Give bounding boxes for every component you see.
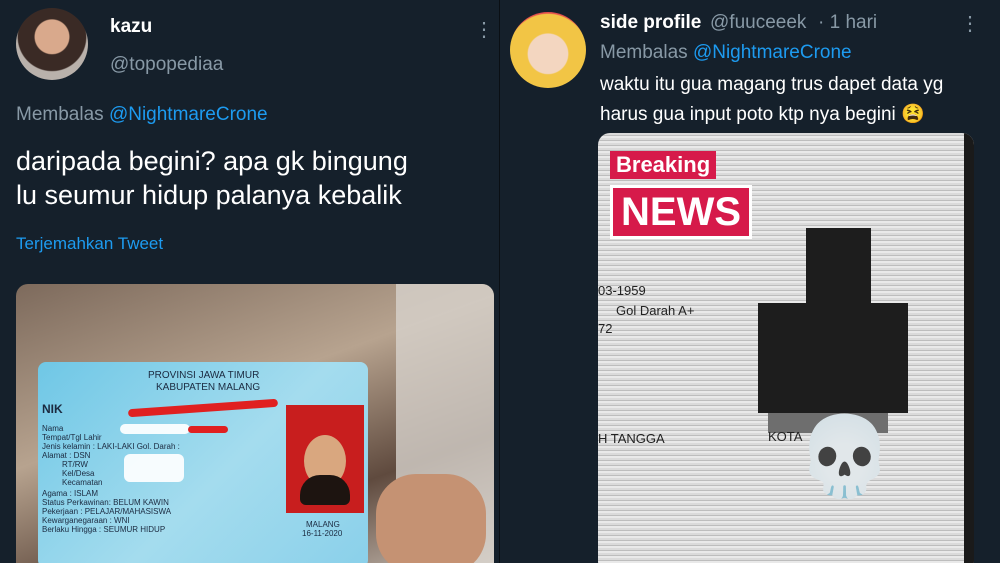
avatar[interactable] [16,8,88,80]
display-name[interactable]: side profile [600,12,701,34]
card-row: Jenis kelamin : LAKI-LAKI Gol. Darah : [42,442,180,451]
tweet-text-line-2: lu seumur hidup palanya kebalik [16,180,402,210]
more-vertical-icon[interactable]: ⋮ [960,14,980,34]
card-row: Kel/Desa [62,469,95,478]
more-vertical-icon[interactable]: ⋮ [474,20,494,40]
reply-context: Membalas @NightmareCrone [16,104,268,126]
hand [376,474,486,563]
reply-context: Membalas @NightmareCrone [600,42,852,64]
reply-prefix: Membalas [16,104,104,125]
card-row: Tempat/Tgl Lahir [42,433,102,442]
translate-tweet-link[interactable]: Terjemahkan Tweet [16,234,163,254]
reply-mention-link[interactable]: @NightmareCrone [109,104,268,125]
card-row: RT/RW [62,460,88,469]
tweet-text-line-1: waktu itu gua magang trus dapet data yg [600,74,944,95]
hair [300,475,350,505]
left-tweet: kazu @topopediaa ⋮ Membalas @NightmareCr… [0,0,500,563]
reply-prefix: Membalas [600,42,688,63]
display-name[interactable]: kazu [110,16,152,38]
photo-silhouette [758,303,908,413]
user-handle[interactable]: @topopediaa [110,54,223,76]
id-card: PROVINSI JAWA TIMUR KABUPATEN MALANG NIK… [38,362,368,563]
scan-text: H TANGGA [598,431,665,446]
id-card-scan: 03-1959 Gol Darah A+ 72 H TANGGA KOTA Br… [598,133,974,563]
card-row: Status Perkawinan: BELUM KAWIN [42,498,169,507]
card-row: Agama : ISLAM [42,489,99,498]
avatar[interactable] [510,12,586,88]
card-regency: KABUPATEN MALANG [156,382,261,393]
right-tweet: side profile @fuuceeek · 1 hari ⋮ Membal… [500,0,1000,563]
id-photo [286,405,364,513]
news-label: NEWS [610,185,752,239]
card-row: Kewarganegaraan : WNI [42,516,130,525]
card-row: Kecamatan [62,478,103,487]
card-row: Pekerjaan : PELAJAR/MAHASISWA [42,507,172,516]
card-row: Alamat : DSN [42,451,91,460]
screen-edge [964,133,974,563]
reply-mention-link[interactable]: @NightmareCrone [693,42,852,63]
user-handle[interactable]: @fuuceeek [710,12,806,34]
tweet-media-image[interactable]: PROVINSI JAWA TIMUR KABUPATEN MALANG NIK… [16,284,494,563]
card-nik-label: NIK [42,402,63,416]
card-city: MALANG [306,520,340,529]
card-row: Nama [42,424,64,433]
card-province: PROVINSI JAWA TIMUR [148,370,260,381]
redaction-mark [188,426,228,433]
photo-silhouette-top [806,228,871,308]
tweet-timestamp[interactable]: · 1 hari [818,12,877,34]
redaction-scribble [120,424,190,434]
card-date: 16-11-2020 [302,529,343,538]
tweet-text-line-2: harus gua input poto ktp nya begini 😫 [600,104,925,125]
card-row: Berlaku Hingga : SEUMUR HIDUP [42,525,166,534]
breaking-label: Breaking [610,151,717,179]
tweet-text-line-1: daripada begini? apa gk bingung [16,146,408,176]
tweet-media-image[interactable]: 03-1959 Gol Darah A+ 72 H TANGGA KOTA Br… [598,133,974,563]
skull-icon: 💀 [796,412,894,500]
redaction-mark [127,398,279,418]
scan-text: 03-1959 [598,283,646,298]
redaction-scribble [124,454,184,482]
scan-text: Gol Darah A+ [616,303,695,318]
scan-text: 72 [598,321,613,336]
